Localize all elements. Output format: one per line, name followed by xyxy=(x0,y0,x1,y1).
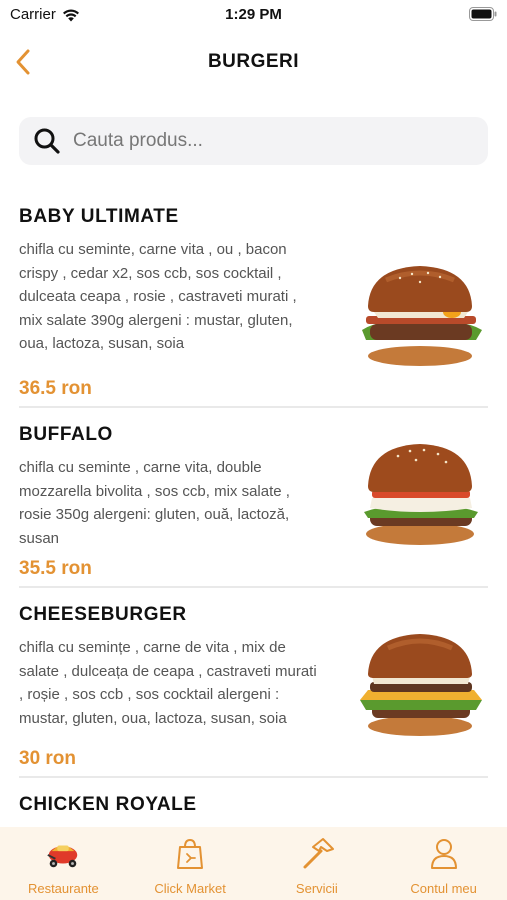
scooter-icon xyxy=(44,835,82,873)
product-item[interactable]: BABY ULTIMATE chifla cu seminte, carne v… xyxy=(0,190,507,408)
product-price: 36.5 ron xyxy=(19,378,92,399)
tab-label: Click Market xyxy=(154,881,226,896)
product-description: chifla cu seminte , carne vita, double m… xyxy=(19,459,290,547)
product-name: BABY ULTIMATE xyxy=(19,206,179,227)
search-input[interactable] xyxy=(73,130,453,152)
search-bar[interactable] xyxy=(19,117,488,165)
product-description: chifla cu seminte, carne vita , ou , bac… xyxy=(19,241,297,352)
status-time: 1:29 PM xyxy=(225,6,282,23)
tab-label: Servicii xyxy=(295,881,338,896)
burger-image xyxy=(360,634,482,736)
product-list: BABY ULTIMATE chifla cu seminte, carne v… xyxy=(0,190,507,816)
page-title: BURGERI xyxy=(207,51,300,72)
product-description: chifla cu semințe , carne de vita , mix … xyxy=(19,639,317,727)
tab-bar: Restaurante Click Market Servicii Contul… xyxy=(0,827,507,900)
product-price: 35.5 ron xyxy=(19,558,92,579)
tab-click-market[interactable]: Click Market xyxy=(127,827,254,900)
product-name: CHICKEN ROYALE xyxy=(19,794,197,815)
battery-icon xyxy=(469,7,497,26)
tab-contul-meu[interactable]: Contul meu xyxy=(380,827,507,900)
tab-label: Contul meu xyxy=(410,881,477,896)
product-name: CHEESEBURGER xyxy=(19,604,187,625)
product-item[interactable]: BUFFALO chifla cu seminte , carne vita, … xyxy=(0,408,507,588)
burger-image xyxy=(362,266,482,366)
burger-image xyxy=(364,444,478,545)
tab-restaurante[interactable]: Restaurante xyxy=(0,827,127,900)
product-item[interactable]: CHEESEBURGER chifla cu semințe , carne d… xyxy=(0,588,507,778)
product-price: 30 ron xyxy=(19,748,77,769)
hammer-icon xyxy=(298,835,336,873)
tab-servicii[interactable]: Servicii xyxy=(254,827,381,900)
nav-header: BURGERI xyxy=(0,42,507,82)
status-bar: Carrier 1:29 PM xyxy=(0,0,507,30)
search-icon xyxy=(34,128,60,154)
shopping-bag-icon xyxy=(171,835,209,873)
product-item[interactable]: CHICKEN ROYALE xyxy=(0,778,507,816)
tab-label: Restaurante xyxy=(27,881,99,896)
user-icon xyxy=(425,835,463,873)
